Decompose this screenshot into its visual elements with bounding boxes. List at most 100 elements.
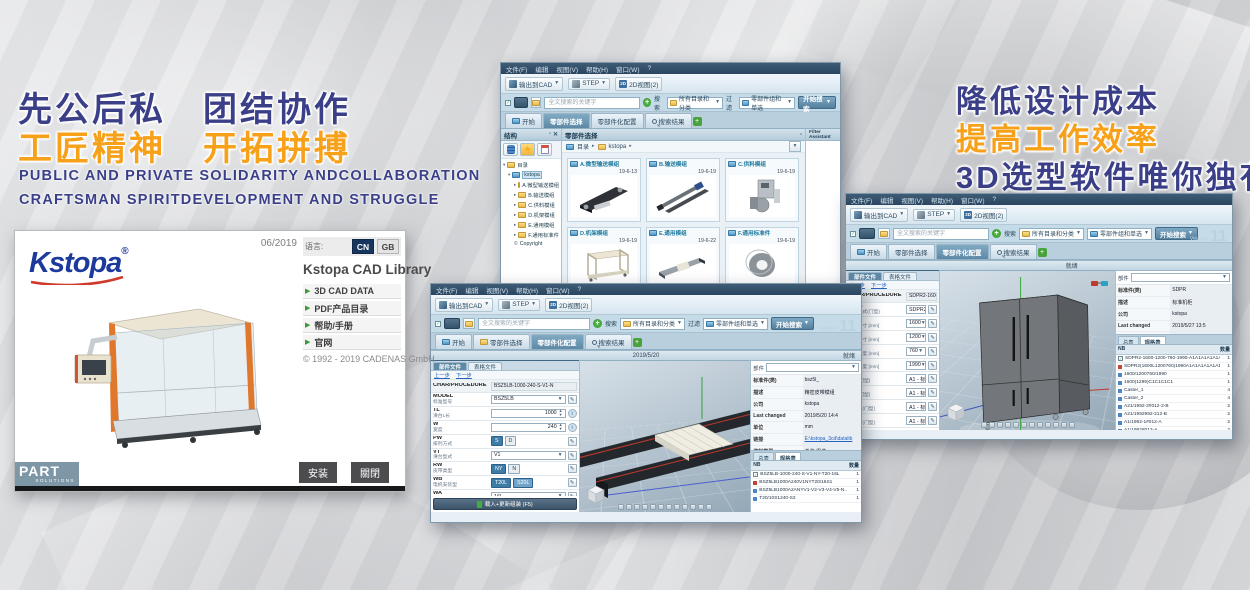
filter-scope-select[interactable]: 零部件组和单选▼: [703, 318, 768, 330]
view-2d-button[interactable]: 2D2D视图(2): [545, 298, 592, 312]
catalog-tile[interactable]: B.输送模组 19-6-19: [646, 158, 720, 222]
slide-select[interactable]: V1▼: [491, 451, 566, 460]
menu-help-manual[interactable]: ▶帮助/手册: [303, 318, 401, 333]
toggle-option[interactable]: D: [505, 436, 517, 446]
bom-row[interactable]: T20/10S1240-S21: [751, 495, 861, 503]
width-stepper[interactable]: 240▲▼: [491, 423, 566, 432]
export-cad-button[interactable]: 输出到CAD▼: [505, 77, 563, 91]
tree-item[interactable]: ▸A.微型输送模组: [501, 180, 561, 190]
height-select[interactable]: 760▼: [906, 347, 926, 356]
model-select[interactable]: BSZ5LB▼: [491, 395, 566, 404]
search-folder-button[interactable]: [878, 228, 890, 239]
view-2d-button[interactable]: 2D2D视图(2): [960, 208, 1007, 222]
close-button[interactable]: 關閉: [351, 462, 389, 483]
new-tab-button[interactable]: +: [633, 338, 642, 347]
menu-3d-cad-data[interactable]: ▶3D CAD DATA: [303, 284, 401, 299]
tab-start[interactable]: 开始: [850, 244, 887, 259]
total-height-select[interactable]: 1990▼: [906, 361, 926, 370]
export-cad-button[interactable]: 输出到CAD▼: [435, 298, 493, 312]
edit-button[interactable]: ✎: [928, 388, 937, 397]
menu-help[interactable]: 帮助(H): [931, 195, 953, 205]
navigation-cube[interactable]: [586, 484, 606, 504]
history-button[interactable]: [537, 143, 552, 156]
tree-item[interactable]: ▸F.通用标准件: [501, 230, 561, 240]
search-mode-button[interactable]: [444, 318, 460, 329]
search-mode-button[interactable]: [859, 228, 875, 239]
start-search-button[interactable]: 开始搜索▼: [798, 96, 836, 109]
type-select[interactable]: SDPR2 - 标准门▼: [906, 305, 926, 314]
part-select[interactable]: ▼: [766, 363, 859, 372]
bom-row[interactable]: A1/1992#012-A2: [1116, 427, 1232, 430]
bom-row[interactable]: ✓BSZ5LB-1000-240-S-V1-NY-T20-16L1: [751, 471, 861, 479]
menu-help[interactable]: 帮助(H): [516, 285, 538, 295]
length-select[interactable]: 1600▼: [906, 319, 926, 328]
search-checkbox[interactable]: ✓: [850, 231, 856, 237]
favorites-button[interactable]: ★: [520, 143, 535, 156]
bom-row[interactable]: A1/1992-1#012-A2: [1116, 419, 1232, 427]
menu-official-site[interactable]: ▶官网: [303, 335, 401, 350]
tab-start[interactable]: 开始: [505, 113, 542, 128]
catalogs-button[interactable]: [503, 143, 518, 156]
edit-button[interactable]: ✎: [928, 416, 937, 425]
tree-item-kstopa[interactable]: ▾kstopa: [501, 170, 561, 180]
new-tab-button[interactable]: +: [1038, 248, 1047, 257]
apply-button[interactable]: 载入+更新组装 (F5): [433, 498, 577, 510]
format-step-button[interactable]: STEP▼: [498, 299, 540, 311]
edit-button[interactable]: ✎: [568, 492, 577, 496]
edit-button[interactable]: ✎: [568, 437, 577, 446]
info-icon[interactable]: i: [568, 423, 577, 432]
next-step-link[interactable]: 下一步: [871, 281, 887, 289]
menu-view[interactable]: 视图(V): [901, 195, 923, 205]
install-button[interactable]: 安装: [299, 462, 337, 483]
bom-row[interactable]: SDPR2(1600L1200760)1990A1A1A1A1A1A11: [1116, 363, 1232, 371]
tab-part-file[interactable]: 部件文件: [433, 362, 467, 370]
language-gb-button[interactable]: GB: [377, 239, 399, 254]
fulltext-search-input[interactable]: [478, 318, 590, 330]
view-2d-button[interactable]: 2D2D视图(2): [615, 77, 662, 91]
fulltext-search-input[interactable]: [544, 97, 640, 109]
export-cad-button[interactable]: 输出到CAD▼: [850, 208, 908, 222]
door-a1-select[interactable]: A1 - 标准门(-曲线正角)▼: [906, 374, 926, 383]
format-step-button[interactable]: STEP▼: [913, 209, 955, 221]
datalib-link[interactable]: E:\kstopa_3cd\datalib: [803, 434, 861, 445]
edit-button[interactable]: ✎: [568, 395, 577, 404]
menu-question[interactable]: ?: [992, 196, 996, 203]
catalog-tile[interactable]: D.机架模组 19-6-19: [567, 227, 641, 291]
breadcrumb-root[interactable]: 目录: [577, 142, 589, 151]
door-b1-select[interactable]: A1 - 标准门(-曲线正角)▼: [906, 402, 926, 411]
tab-start[interactable]: 开始: [435, 334, 472, 349]
search-folder-button[interactable]: [531, 97, 541, 108]
tab-spec-table[interactable]: 规格表: [1140, 336, 1166, 344]
door-b2-select[interactable]: A1 - 标准门(-曲线正角)▼: [906, 416, 926, 425]
tree-item[interactable]: ▸C.供料模组: [501, 200, 561, 210]
start-search-button[interactable]: 开始搜索▼: [771, 317, 814, 330]
toggle-option[interactable]: T20L: [491, 478, 511, 488]
menu-edit[interactable]: 编辑: [535, 64, 548, 74]
tab-search-results[interactable]: 搜索结果: [990, 244, 1037, 259]
breadcrumb-catalog[interactable]: kstopa: [609, 144, 627, 150]
bom-row[interactable]: Caster_24: [1116, 395, 1232, 403]
bom-row[interactable]: 1600/1200760/19901: [1116, 371, 1232, 379]
tab-part-configuration[interactable]: 零部件化配置: [591, 113, 644, 128]
tree-item[interactable]: ▸D.机架模组: [501, 210, 561, 220]
edit-button[interactable]: ✎: [928, 361, 937, 370]
menu-edit[interactable]: 编辑: [465, 285, 478, 295]
tab-part-selection[interactable]: 零部件选择: [543, 113, 590, 128]
toggle-option[interactable]: N: [508, 464, 520, 474]
menu-window[interactable]: 窗口(W): [961, 195, 984, 205]
edit-button[interactable]: ✎: [928, 347, 937, 356]
start-search-button[interactable]: 开始搜索▼: [1155, 227, 1198, 240]
search-folder-button[interactable]: [463, 318, 475, 329]
tab-table-file[interactable]: 表格文件: [883, 272, 917, 280]
next-step-link[interactable]: 下一步: [456, 371, 472, 379]
view-options-button[interactable]: ▼: [789, 141, 801, 152]
part-select[interactable]: ▼: [1131, 273, 1230, 282]
menu-view[interactable]: 视图(V): [486, 285, 508, 295]
maximize-icon[interactable]: ▫: [800, 132, 802, 138]
menu-file[interactable]: 文件(F): [506, 64, 527, 74]
search-scope-select[interactable]: 所有目录和分类▼: [620, 318, 685, 330]
length-stepper[interactable]: 1000▲▼: [491, 409, 566, 418]
tab-part-selection[interactable]: 零部件选择: [888, 244, 935, 259]
tab-summary-table[interactable]: 总表: [753, 452, 774, 460]
menu-window[interactable]: 窗口(W): [546, 285, 569, 295]
